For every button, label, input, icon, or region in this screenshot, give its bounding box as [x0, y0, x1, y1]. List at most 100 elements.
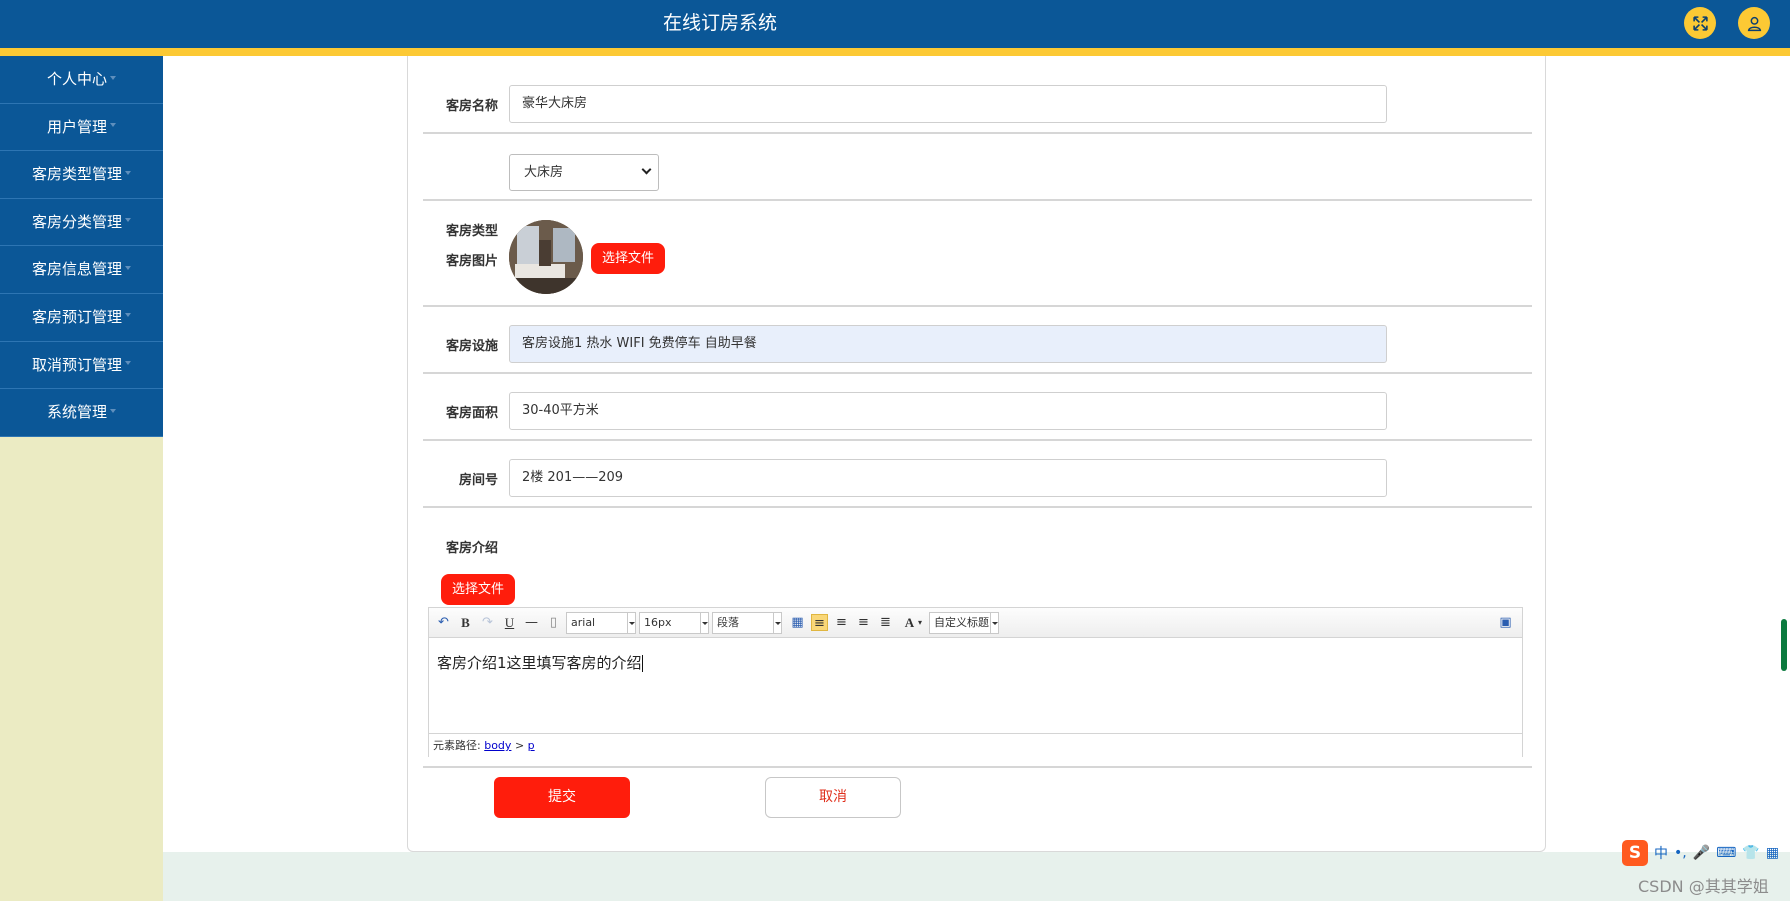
intro-choose-file-button[interactable]: 选择文件: [441, 574, 515, 605]
dropdown-arrow-icon: [627, 613, 635, 633]
sidebar-item-label: 客房分类管理: [31, 212, 122, 231]
element-path-label: 元素路径:: [433, 739, 481, 752]
facilities-label: 客房设施: [445, 339, 498, 354]
dropdown-arrow-icon: [700, 613, 708, 633]
font-color-dropdown-icon[interactable]: ▾: [916, 614, 924, 631]
room-photo-image: [509, 220, 583, 294]
caret-down-icon: [110, 408, 116, 413]
align-center-icon[interactable]: ≡: [855, 614, 872, 631]
redo-icon[interactable]: ↷: [479, 614, 496, 631]
room-image-choose-file-button[interactable]: 选择文件: [591, 243, 665, 274]
header-accent-line: [0, 48, 1790, 56]
font-family-select[interactable]: arial: [566, 612, 636, 634]
keyboard-icon[interactable]: ⌨: [1716, 845, 1736, 861]
horizontal-rule-icon[interactable]: —: [523, 614, 540, 631]
room-name-input[interactable]: 豪华大床房: [509, 85, 1387, 123]
table-icon[interactable]: ▦: [789, 614, 806, 631]
sidebar: 个人中心 用户管理 客房类型管理 客房分类管理 客房信息管理 客房预订管理 取消…: [0, 56, 163, 901]
caret-down-icon: [125, 170, 131, 175]
user-button[interactable]: [1738, 7, 1770, 39]
room-number-label: 房间号: [458, 473, 498, 488]
room-image-label: 客房图片: [445, 254, 498, 269]
fullscreen-button[interactable]: [1684, 7, 1716, 39]
sidebar-item-label: 客房类型管理: [31, 165, 122, 184]
caret-down-icon: [125, 313, 131, 318]
page-scrollbar-thumb[interactable]: [1781, 619, 1787, 671]
chevron-down-icon: [641, 164, 652, 175]
grid-menu-icon[interactable]: ▦: [1766, 845, 1779, 861]
bold-icon[interactable]: B: [457, 614, 474, 631]
rich-text-editor[interactable]: ↶ B ↷ U — ▯ arial 16px 段落 ▦ ≡ ≡ ≡ ≣ A ▾ …: [428, 607, 1523, 757]
sidebar-item-label: 用户管理: [46, 117, 107, 136]
area-label: 客房面积: [445, 406, 498, 421]
caret-down-icon: [125, 361, 131, 366]
editor-content[interactable]: 客房介绍1这里填写客房的介绍: [437, 652, 643, 673]
punctuation-icon[interactable]: •,: [1674, 845, 1687, 861]
sidebar-item-label: 系统管理: [46, 403, 107, 422]
sidebar-item-label: 客房信息管理: [31, 260, 122, 279]
area-input[interactable]: 30-40平方米: [509, 392, 1387, 430]
sidebar-item-label: 客房预订管理: [31, 307, 122, 326]
sogou-logo-icon[interactable]: S: [1622, 840, 1648, 866]
underline-icon[interactable]: U: [501, 614, 518, 631]
caret-down-icon: [110, 123, 116, 128]
ime-language-indicator[interactable]: 中: [1654, 843, 1668, 863]
align-justify-icon[interactable]: ≣: [877, 614, 894, 631]
room-edit-form: 客房名称 豪华大床房 客房类型 大床房 客房图片 选择文件 客房设施 客房设施1…: [407, 56, 1546, 852]
sidebar-item-booking-management[interactable]: 客房预订管理: [0, 293, 163, 342]
font-size-value: 16px: [644, 616, 672, 629]
submit-button[interactable]: 提交: [494, 777, 630, 818]
preview-icon[interactable]: ▣: [1497, 614, 1514, 631]
caret-down-icon: [125, 218, 131, 223]
top-bar: 在线订房系统: [0, 0, 1790, 56]
cancel-button[interactable]: 取消: [765, 777, 901, 818]
form-row-room-image: [423, 201, 1532, 307]
intro-label: 客房介绍: [445, 541, 498, 556]
element-path-p-link[interactable]: p: [528, 739, 535, 752]
caret-down-icon: [110, 75, 116, 80]
caret-down-icon: [125, 265, 131, 270]
page-icon[interactable]: ▯: [545, 614, 562, 631]
sidebar-item-cancel-booking-management[interactable]: 取消预订管理: [0, 341, 163, 390]
user-icon: [1747, 16, 1761, 31]
ime-toolbar: S 中 •, 🎤 ⌨ 👕 ▦: [1622, 840, 1790, 866]
paragraph-select[interactable]: 段落: [712, 612, 782, 634]
sidebar-item-room-type-management[interactable]: 客房类型管理: [0, 151, 163, 199]
paragraph-value: 段落: [717, 616, 739, 629]
app-title: 在线订房系统: [662, 12, 777, 34]
room-number-input[interactable]: 2楼 201——209: [509, 459, 1387, 497]
dropdown-arrow-icon: [990, 613, 998, 633]
watermark: CSDN @其其学姐: [1638, 877, 1769, 896]
form-row-room-name: 客房名称 豪华大床房: [423, 56, 1532, 134]
editor-content-text: 客房介绍1这里填写客房的介绍: [437, 654, 642, 672]
custom-title-value: 自定义标题: [934, 616, 989, 629]
font-size-select[interactable]: 16px: [639, 612, 709, 634]
sidebar-item-system-management[interactable]: 系统管理: [0, 389, 163, 437]
room-image-thumbnail: [509, 220, 583, 294]
element-path-separator: >: [514, 739, 525, 752]
room-type-selected-value: 大床房: [524, 165, 564, 180]
sidebar-item-room-info-management[interactable]: 客房信息管理: [0, 246, 163, 294]
text-cursor: [641, 655, 643, 672]
custom-title-select[interactable]: 自定义标题: [929, 612, 999, 634]
editor-toolbar: ↶ B ↷ U — ▯ arial 16px 段落 ▦ ≡ ≡ ≡ ≣ A ▾ …: [429, 608, 1522, 638]
microphone-icon[interactable]: 🎤: [1693, 845, 1710, 861]
expand-icon: [1692, 15, 1708, 31]
sidebar-item-label: 取消预订管理: [31, 355, 122, 374]
sidebar-item-room-category-management[interactable]: 客房分类管理: [0, 198, 163, 247]
facilities-input[interactable]: 客房设施1 热水 WIFI 免费停车 自助早餐: [509, 325, 1387, 363]
sidebar-item-label: 个人中心: [46, 70, 107, 88]
footer-strip: [163, 852, 1790, 901]
sidebar-item-personal-center[interactable]: 个人中心: [0, 56, 163, 104]
align-right-icon[interactable]: ≡: [833, 614, 850, 631]
element-path-body-link[interactable]: body: [484, 739, 511, 752]
skin-icon[interactable]: 👕: [1742, 845, 1759, 861]
undo-icon[interactable]: ↶: [435, 614, 452, 631]
editor-element-path: 元素路径: body > p: [429, 733, 1522, 757]
align-left-icon[interactable]: ≡: [811, 614, 828, 631]
dropdown-arrow-icon: [773, 613, 781, 633]
room-name-label: 客房名称: [445, 99, 498, 114]
room-type-select[interactable]: 大床房: [509, 154, 659, 191]
font-family-value: arial: [571, 616, 596, 629]
sidebar-item-user-management[interactable]: 用户管理: [0, 103, 163, 152]
